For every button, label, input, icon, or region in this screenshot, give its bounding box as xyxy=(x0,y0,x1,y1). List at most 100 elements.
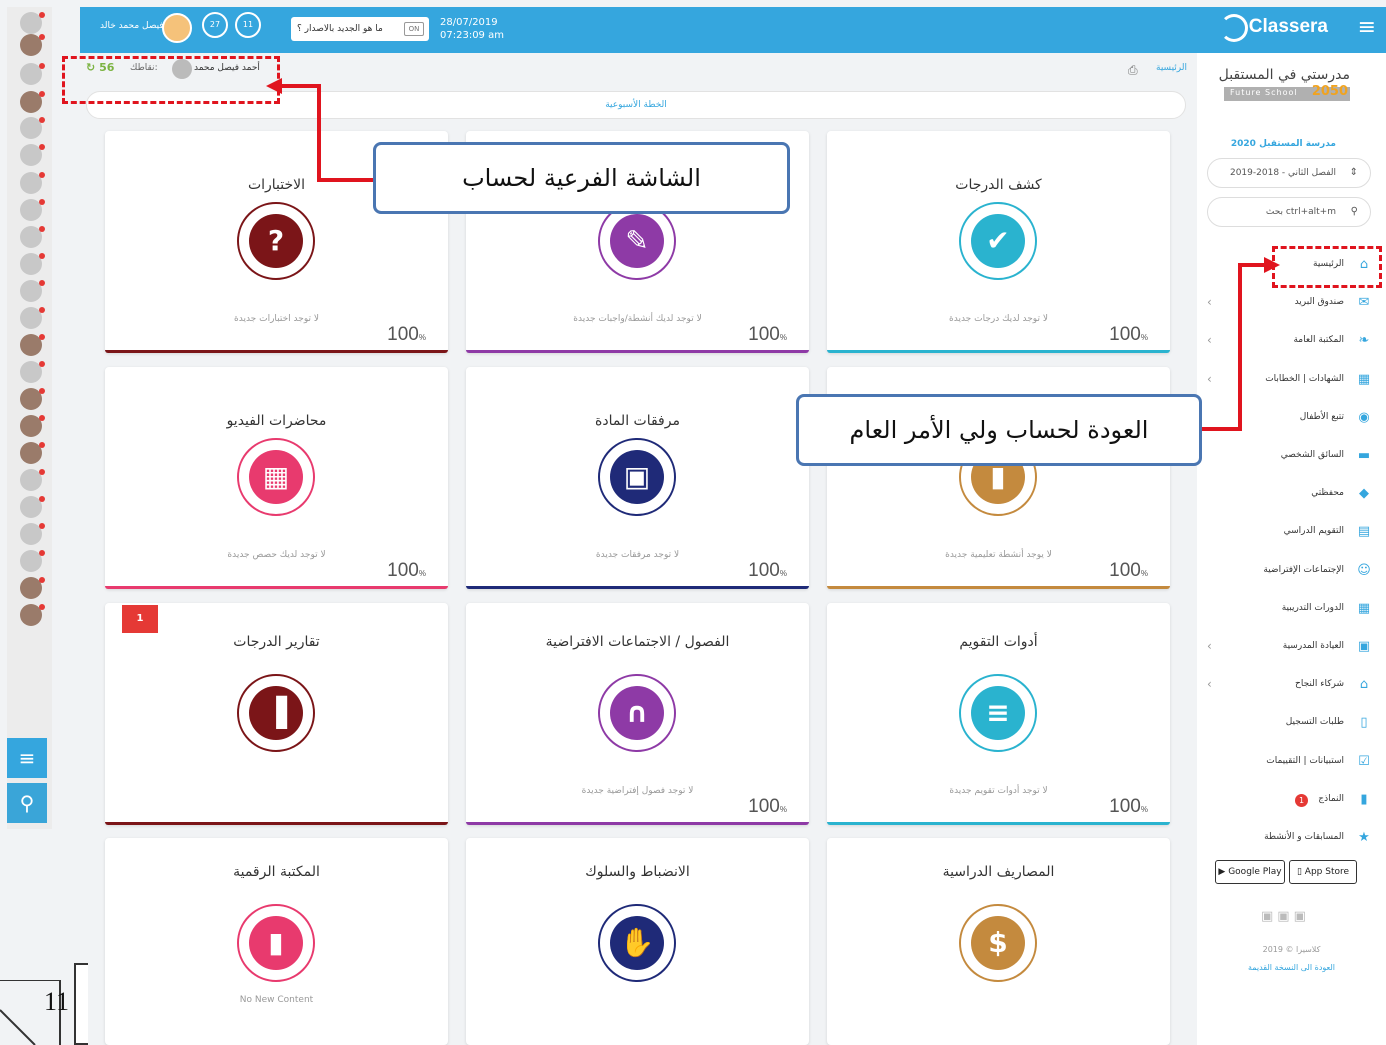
dashboard-card[interactable]: أدوات التقويم ≡ لا توجد أدوات تقويم جديدة 1… xyxy=(827,603,1170,825)
contact-avatar[interactable] xyxy=(20,12,45,34)
callout-sub-account: الشاشة الفرعية لحساب xyxy=(373,142,790,214)
contact-avatar[interactable] xyxy=(20,415,45,437)
contact-avatar[interactable] xyxy=(20,604,45,626)
contact-avatar[interactable] xyxy=(20,280,45,302)
contact-avatar[interactable] xyxy=(20,307,45,329)
contact-avatar[interactable] xyxy=(20,172,45,194)
semester-select[interactable]: الفصل الثاني - 2018-2019 ⇕ xyxy=(1207,158,1371,188)
contact-avatar[interactable] xyxy=(20,117,45,139)
contact-avatar[interactable] xyxy=(20,334,45,356)
social-icons[interactable]: ▣▣▣ xyxy=(1261,909,1310,924)
sidebar-item[interactable]: استبيانات | التقييمات ☑ xyxy=(1197,749,1386,777)
sidebar-item-label: طلبات التسجيل xyxy=(1285,717,1344,728)
dashboard-card[interactable]: كشف الدرجات ✔ لا توجد لديك درجات جديدة 100% xyxy=(827,131,1170,353)
contact-avatar[interactable] xyxy=(20,144,45,166)
dashboard-card[interactable]: المكتبة الرقمية ▮ No New Content xyxy=(105,838,448,1045)
user-avatar[interactable] xyxy=(162,13,192,43)
qr-icon: ▦ xyxy=(1357,371,1371,387)
search-input[interactable]: بحث ctrl+alt+m ⚲ xyxy=(1207,197,1371,227)
slide-frame xyxy=(74,963,88,1045)
contact-avatar[interactable] xyxy=(20,91,45,113)
dashboard-card[interactable]: محاضرات الفيديو ▦ لا توجد لديك حصص جديدة 10… xyxy=(105,367,448,589)
sidebar-item[interactable]: طلبات التسجيل ▯ xyxy=(1197,710,1386,738)
online-status-dot xyxy=(39,280,45,286)
dollar-icon: $ xyxy=(971,916,1025,970)
dashboard-card[interactable]: الفصول / الاجتماعات الافتراضية ∩ لا توجد ف… xyxy=(466,603,809,825)
app-store-button[interactable]: ▯ App Store xyxy=(1289,860,1357,884)
google-play-button[interactable]: ▶ Google Play xyxy=(1215,860,1285,884)
brand-name[interactable]: Classera xyxy=(1249,16,1328,38)
card-status: No New Content xyxy=(239,995,314,1005)
card-percent-value: 100 xyxy=(748,560,780,581)
user-name[interactable]: فيصل محمد خالد xyxy=(100,21,164,31)
online-status-dot xyxy=(39,415,45,421)
right-sidebar: مدرستي في المستقبل Future School 2050 مد… xyxy=(1197,53,1386,1045)
contact-avatar[interactable] xyxy=(20,550,45,572)
hamburger-menu-icon[interactable]: ≡ xyxy=(1358,15,1376,40)
contact-avatar[interactable] xyxy=(20,63,45,85)
chevron-left-icon[interactable]: ‹ xyxy=(1207,295,1212,309)
sidebar-item[interactable]: العيادة المدرسية ▣ ‹ xyxy=(1197,634,1386,662)
breadcrumb[interactable]: الرئيسية xyxy=(1156,63,1187,73)
contact-avatar[interactable] xyxy=(20,523,45,545)
new-count-badge: 1 xyxy=(122,605,158,633)
bell-notification-icon[interactable]: 27 xyxy=(202,12,228,38)
sidebar-item-label: التقويم الدراسي xyxy=(1283,526,1344,537)
card-percent: 100% xyxy=(1109,324,1148,346)
card-percent-value: 100 xyxy=(748,796,780,817)
sidebar-item[interactable]: النماذج ▮ 1 xyxy=(1197,787,1386,815)
sidebar-item[interactable]: صندوق البريد ✉ ‹ xyxy=(1197,290,1386,318)
sidebar-item[interactable]: المكتبة العامة ❧ ‹ xyxy=(1197,328,1386,356)
dashboard-card[interactable]: تقارير الدرجات ▐ 1 xyxy=(105,603,448,825)
list-icon[interactable]: ≡ xyxy=(7,738,47,778)
dashboard-card[interactable]: المصاريف الدراسية $ xyxy=(827,838,1170,1045)
whats-new-button[interactable]: ما هو الجديد بالاصدار ؟ ON xyxy=(291,17,429,41)
arrow-line xyxy=(1238,263,1266,267)
sidebar-item[interactable]: الشهادات | الخطابات ▦ ‹ xyxy=(1197,367,1386,395)
sidebar-item-label: شركاء النجاح xyxy=(1295,679,1344,690)
contact-avatar[interactable] xyxy=(20,442,45,464)
sidebar-item-label: السائق الشخصي xyxy=(1280,450,1344,460)
sidebar-item[interactable]: شركاء النجاح ⌂ ‹ xyxy=(1197,672,1386,700)
chevron-left-icon[interactable]: ‹ xyxy=(1207,677,1212,691)
chevron-left-icon[interactable]: ‹ xyxy=(1207,639,1212,653)
contact-avatar[interactable] xyxy=(20,469,45,491)
contact-avatar[interactable] xyxy=(20,496,45,518)
mail-notification-icon[interactable]: 11 xyxy=(235,12,261,38)
contact-avatar[interactable] xyxy=(20,577,45,599)
sidebar-item-label: استبيانات | التقييمات xyxy=(1266,755,1344,766)
sidebar-item[interactable]: الدورات التدريبية ▦ xyxy=(1197,596,1386,624)
sidebar-item[interactable]: محفظتي ◆ xyxy=(1197,481,1386,509)
chevron-left-icon[interactable]: ‹ xyxy=(1207,372,1212,386)
contact-avatar[interactable] xyxy=(20,199,45,221)
partners-icon: ⌂ xyxy=(1359,677,1369,693)
old-version-link[interactable]: العودة الى النسخة القديمة xyxy=(1197,963,1386,972)
search-icon: ⚲ xyxy=(1350,206,1358,217)
sidebar-item[interactable]: التقويم الدراسي ▤ xyxy=(1197,519,1386,547)
online-status-dot xyxy=(39,307,45,313)
contact-avatar[interactable] xyxy=(20,388,45,410)
select-arrows-icon: ⇕ xyxy=(1349,167,1358,178)
sidebar-item[interactable]: الإجتماعات الإفتراضية ☺ xyxy=(1197,558,1386,586)
contact-avatar[interactable] xyxy=(20,253,45,275)
card-percent: 100% xyxy=(748,796,787,818)
card-icon-ring: ? xyxy=(237,202,315,280)
print-icon[interactable]: ⎙ xyxy=(1128,63,1138,78)
toggle-icon[interactable]: ON xyxy=(404,22,424,36)
contact-avatar[interactable] xyxy=(20,226,45,248)
contact-avatar[interactable] xyxy=(20,361,45,383)
book-red-icon: ▮ xyxy=(249,916,303,970)
dashboard-card[interactable]: الانضباط والسلوك ✋ xyxy=(466,838,809,1045)
contact-avatar[interactable] xyxy=(20,34,45,56)
arrow-line xyxy=(1200,427,1242,431)
card-progress-bar xyxy=(105,822,448,825)
sidebar-item[interactable]: السائق الشخصي ▬ xyxy=(1197,443,1386,471)
card-percent-value: 100 xyxy=(387,560,419,581)
dashboard-card[interactable]: مرفقات المادة ▣ لا توجد مرفقات جديدة 100% xyxy=(466,367,809,589)
card-icon-ring: ✋ xyxy=(598,904,676,982)
chevron-left-icon[interactable]: ‹ xyxy=(1207,333,1212,347)
sidebar-item[interactable]: المسابقات و الأنشطة ★ xyxy=(1197,825,1386,853)
chat-icon[interactable]: ⚲ xyxy=(7,783,47,823)
sidebar-item-label: تتبع الأطفال xyxy=(1299,411,1344,422)
card-title: الانضباط والسلوك xyxy=(585,864,690,880)
